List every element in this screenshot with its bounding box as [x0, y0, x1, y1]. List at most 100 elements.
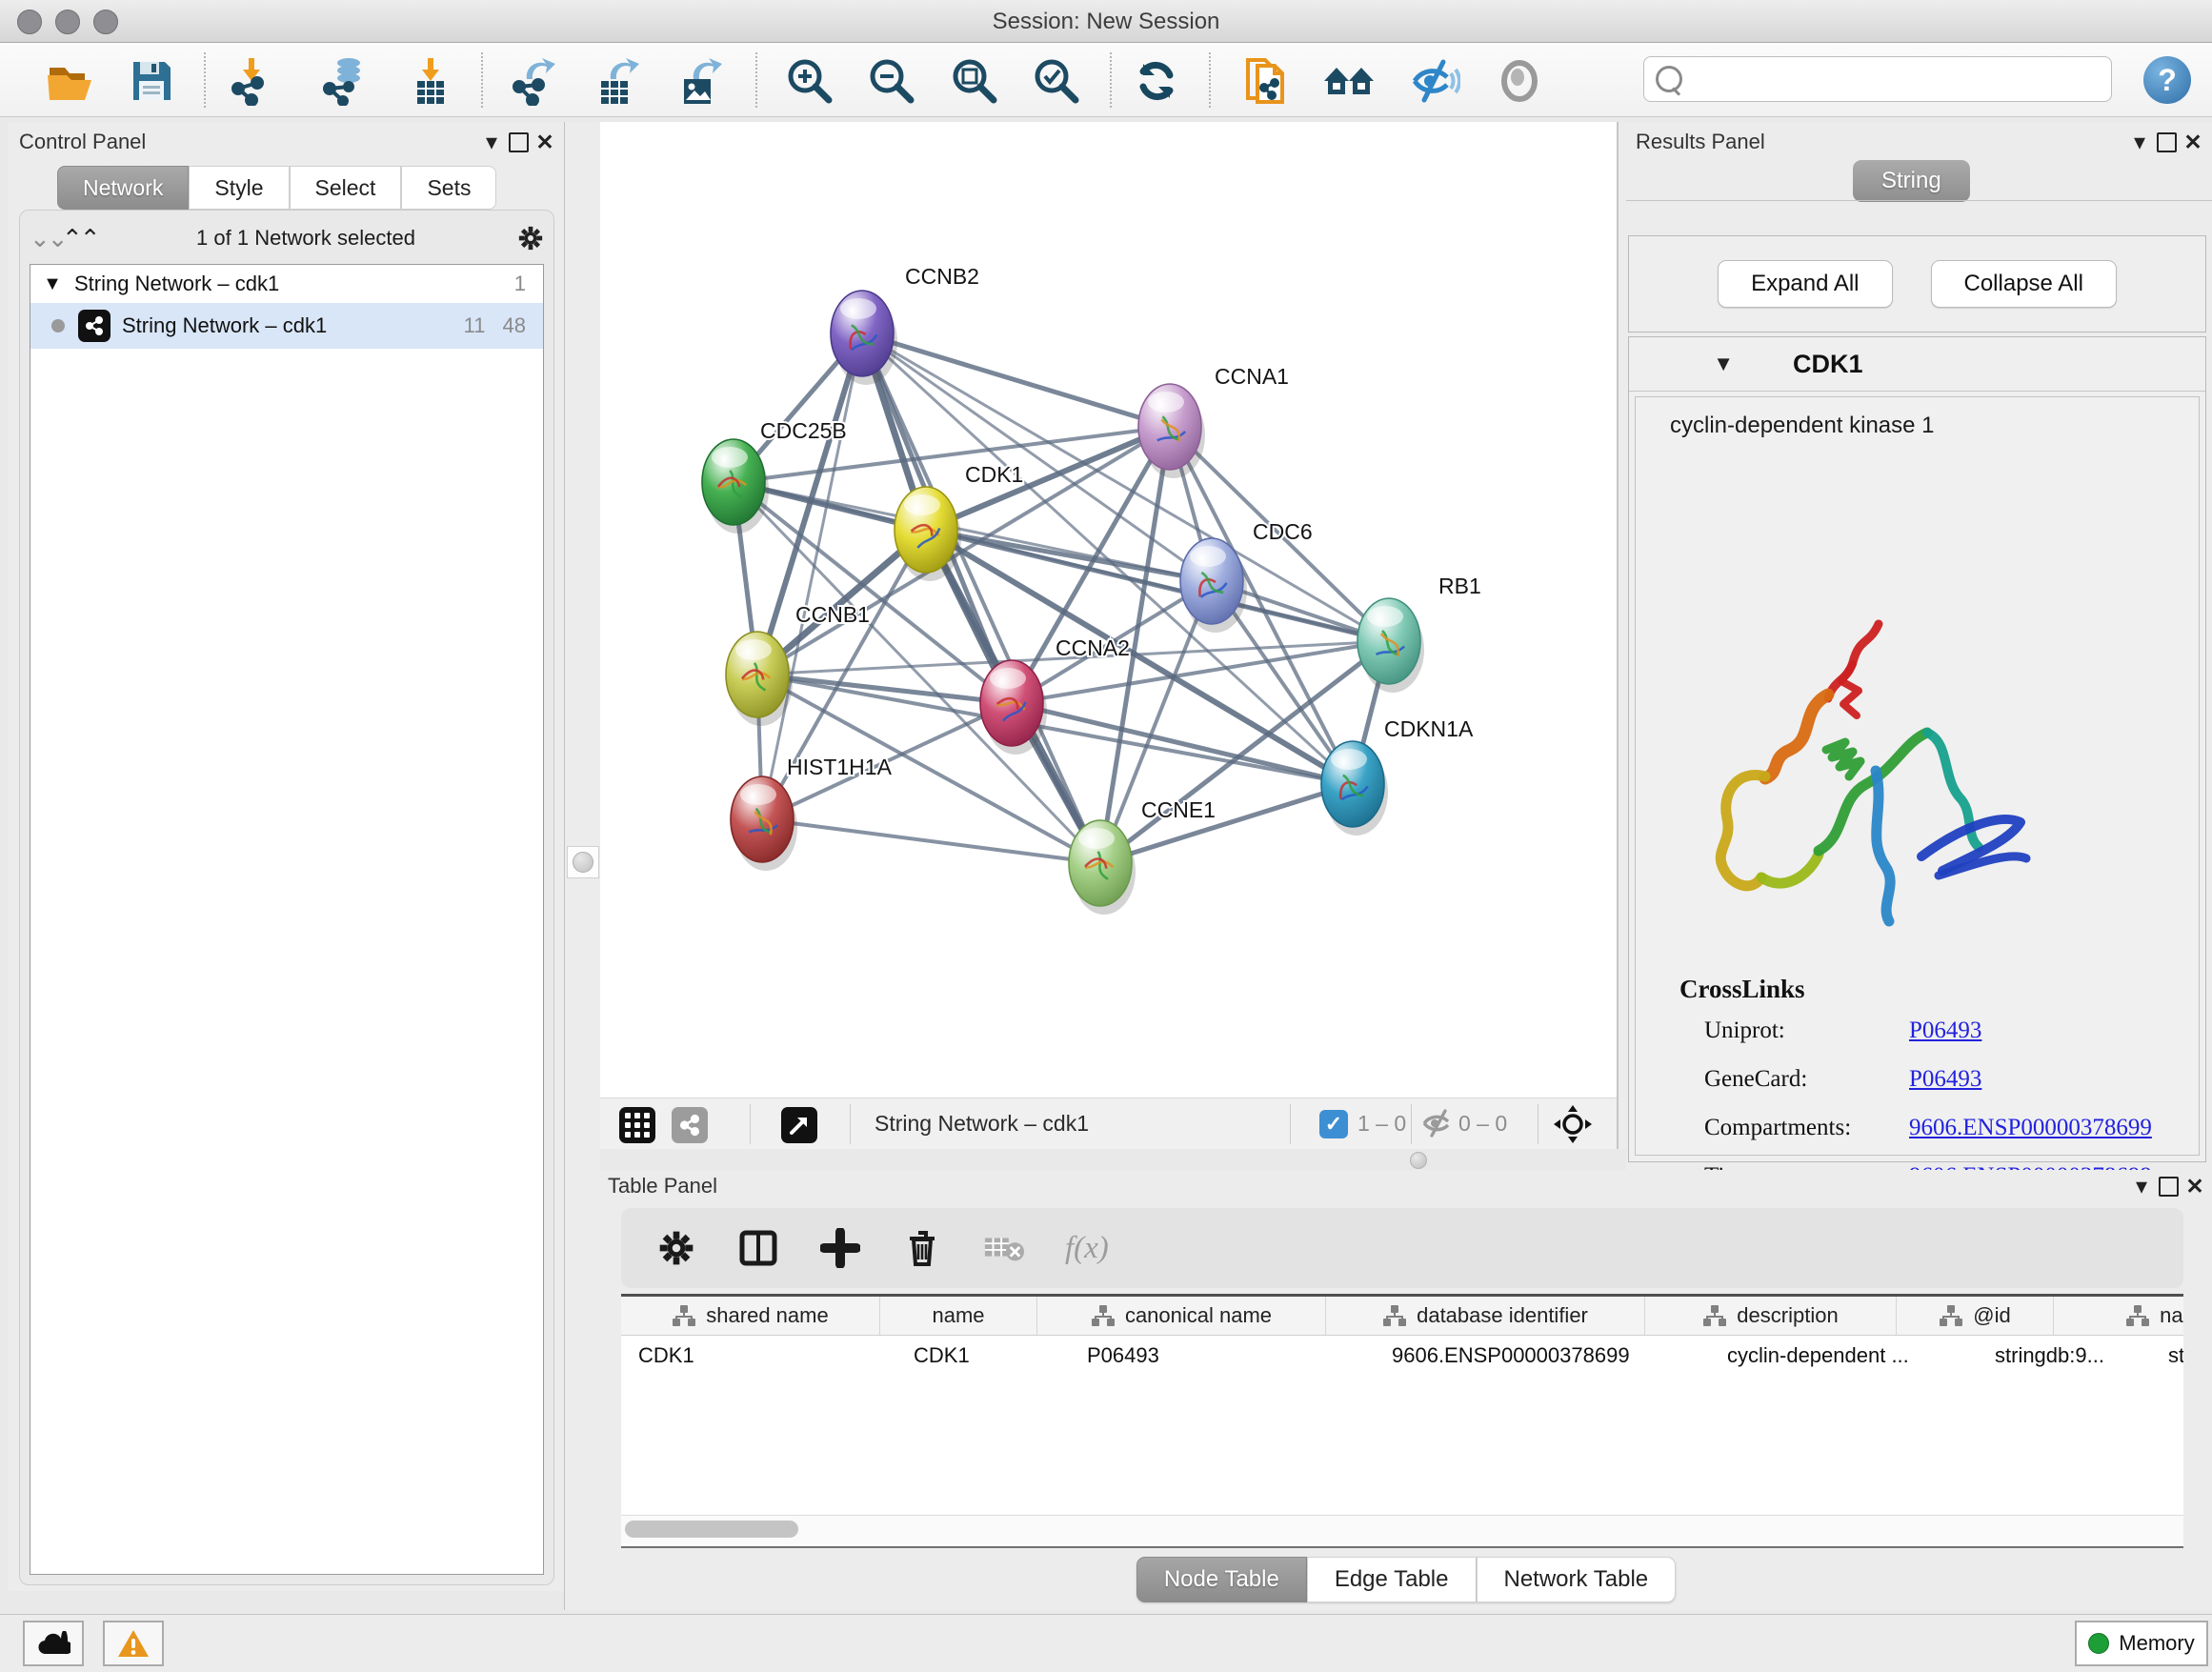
expand-all-button[interactable]: Expand All — [1718, 260, 1892, 308]
close-panel-icon[interactable] — [532, 130, 558, 154]
zoom-selected-icon[interactable] — [1029, 53, 1084, 109]
cell-canonical-name[interactable]: P06493 — [1070, 1336, 1375, 1376]
column-header--id[interactable]: @id — [1897, 1297, 2054, 1335]
network-share-view-icon[interactable] — [672, 1107, 708, 1143]
crosslink-uniprot[interactable]: P06493 — [1909, 1017, 1981, 1044]
add-column-icon[interactable] — [819, 1227, 861, 1269]
birdseye-crosshair-icon[interactable] — [1554, 1105, 1592, 1143]
tab-select[interactable]: Select — [290, 166, 402, 210]
table-options-gear-icon[interactable] — [655, 1227, 697, 1269]
edge-CDKN1A-CCNE1[interactable] — [1100, 784, 1353, 863]
show-columns-icon[interactable] — [737, 1227, 779, 1269]
scrollbar-thumb[interactable] — [625, 1521, 798, 1538]
network-node-CCNB2[interactable] — [831, 291, 897, 385]
edge-CCNB2-CCNE1[interactable] — [862, 333, 1100, 863]
tab-node-table[interactable]: Node Table — [1136, 1557, 1307, 1602]
detach-view-icon[interactable] — [781, 1107, 817, 1143]
import-network-icon[interactable] — [224, 53, 279, 109]
import-database-icon[interactable] — [317, 53, 372, 109]
help-icon[interactable] — [2143, 56, 2191, 104]
tab-network[interactable]: Network — [57, 166, 189, 210]
close-panel-icon[interactable] — [2180, 130, 2206, 154]
share-document-icon[interactable] — [1237, 53, 1293, 109]
search-input[interactable] — [1690, 59, 2111, 99]
save-icon[interactable] — [124, 53, 179, 109]
export-image-icon[interactable] — [672, 53, 727, 109]
column-header-canonical-name[interactable]: canonical name — [1037, 1297, 1326, 1335]
delete-column-icon[interactable] — [901, 1227, 943, 1269]
column-header-database-identifier[interactable]: database identifier — [1326, 1297, 1645, 1335]
collapse-all-networks-icon[interactable]: ⌃⌃ — [62, 229, 94, 248]
gear-icon[interactable] — [517, 226, 544, 251]
eye-icon[interactable] — [1492, 53, 1547, 109]
cell-database-identifier[interactable]: 9606.ENSP00000378699 — [1375, 1336, 1710, 1376]
cell--id[interactable]: stringdb:9... — [1978, 1336, 2151, 1376]
hidden-eye-icon[interactable] — [1422, 1109, 1455, 1138]
network-collection-row[interactable]: ▼ String Network – cdk1 1 — [30, 265, 543, 303]
export-table-icon[interactable] — [589, 53, 644, 109]
memory-button[interactable]: Memory — [2075, 1621, 2208, 1666]
maximize-panel-icon[interactable] — [2153, 130, 2180, 154]
open-folder-icon[interactable] — [42, 53, 97, 109]
edge-HIST1H1A-CCNE1[interactable] — [762, 819, 1100, 863]
network-node-RB1[interactable] — [1357, 598, 1424, 693]
collapse-arrow-icon[interactable]: ▼ — [1629, 352, 1734, 376]
selected-nodes-checkbox[interactable] — [1319, 1110, 1348, 1138]
table-horizontal-scrollbar[interactable] — [621, 1515, 2183, 1544]
collapse-all-button[interactable]: Collapse All — [1931, 260, 2117, 308]
column-header-name[interactable]: name — [880, 1297, 1037, 1335]
zoom-fit-icon[interactable] — [947, 53, 1002, 109]
table-row[interactable]: CDK1CDK1P064939606.ENSP00000378699cyclin… — [621, 1336, 2183, 1376]
cloud-icon[interactable] — [23, 1621, 84, 1666]
edge-CCNB2-CCNA1[interactable] — [862, 333, 1170, 427]
houses-icon[interactable] — [1321, 53, 1377, 109]
tab-sets[interactable]: Sets — [401, 166, 496, 210]
expand-all-networks-icon[interactable]: ⌄⌄ — [30, 229, 62, 248]
float-panel-icon[interactable] — [2128, 1174, 2155, 1199]
network-node-CCNE1[interactable] — [1069, 820, 1136, 915]
network-node-CCNA2[interactable] — [980, 660, 1047, 755]
warning-icon[interactable] — [103, 1621, 164, 1666]
grid-view-icon[interactable] — [619, 1107, 655, 1143]
left-splitter[interactable] — [564, 122, 601, 1610]
cell-description[interactable]: cyclin-dependent ... — [1710, 1336, 1978, 1376]
close-panel-icon[interactable] — [2182, 1174, 2208, 1199]
memory-label: Memory — [2119, 1631, 2194, 1656]
import-table-icon[interactable] — [403, 53, 458, 109]
float-panel-icon[interactable] — [2126, 130, 2153, 154]
column-header-description[interactable]: description — [1645, 1297, 1897, 1335]
column-header-namespace[interactable]: namespace — [2054, 1297, 2183, 1335]
cell-shared-name[interactable]: CDK1 — [621, 1336, 896, 1376]
refresh-icon[interactable] — [1129, 53, 1184, 109]
cell-name[interactable]: CDK1 — [896, 1336, 1070, 1376]
maximize-panel-icon[interactable] — [2155, 1174, 2182, 1199]
export-network-icon[interactable] — [507, 53, 562, 109]
crosslink-genecard[interactable]: P06493 — [1909, 1066, 1981, 1093]
network-node-CDKN1A[interactable] — [1321, 741, 1388, 836]
crosslink-compartments[interactable]: 9606.ENSP00000378699 — [1909, 1115, 2152, 1141]
edge-CCNB2-HIST1H1A[interactable] — [762, 333, 862, 819]
zoom-out-icon[interactable] — [864, 53, 919, 109]
tab-string[interactable]: String — [1853, 160, 1970, 202]
network-node-HIST1H1A[interactable] — [731, 776, 797, 871]
edge-CCNA2-CDKN1A[interactable] — [1012, 703, 1353, 784]
edge-CCNB2-RB1[interactable] — [862, 333, 1389, 641]
tab-style[interactable]: Style — [189, 166, 289, 210]
network-row-selected[interactable]: String Network – cdk1 11 48 — [30, 303, 543, 349]
float-panel-icon[interactable] — [478, 130, 505, 154]
column-label: canonical name — [1125, 1303, 1272, 1328]
tab-network-table[interactable]: Network Table — [1477, 1557, 1677, 1602]
network-node-CCNB1[interactable] — [726, 632, 793, 726]
collapse-arrow-icon[interactable]: ▼ — [30, 273, 74, 295]
left-splitter-handle[interactable] — [567, 846, 599, 878]
column-header-shared-name[interactable]: shared name — [621, 1297, 880, 1335]
eye-slash-icon[interactable] — [1408, 53, 1463, 109]
gene-section-header[interactable]: ▼ CDK1 — [1629, 337, 2205, 392]
maximize-panel-icon[interactable] — [505, 130, 532, 154]
cell-namespace[interactable]: stringdb — [2151, 1336, 2183, 1376]
horizontal-splitter-handle[interactable] — [1410, 1152, 1427, 1169]
node-table[interactable]: shared namename canonical name database id… — [621, 1294, 2183, 1548]
tab-edge-table[interactable]: Edge Table — [1307, 1557, 1477, 1602]
zoom-in-icon[interactable] — [782, 53, 837, 109]
network-canvas[interactable]: CCNB2CCNA1CDC25BCDK1CDC6RB1CCNB1CCNA2CDK… — [600, 122, 1617, 1098]
